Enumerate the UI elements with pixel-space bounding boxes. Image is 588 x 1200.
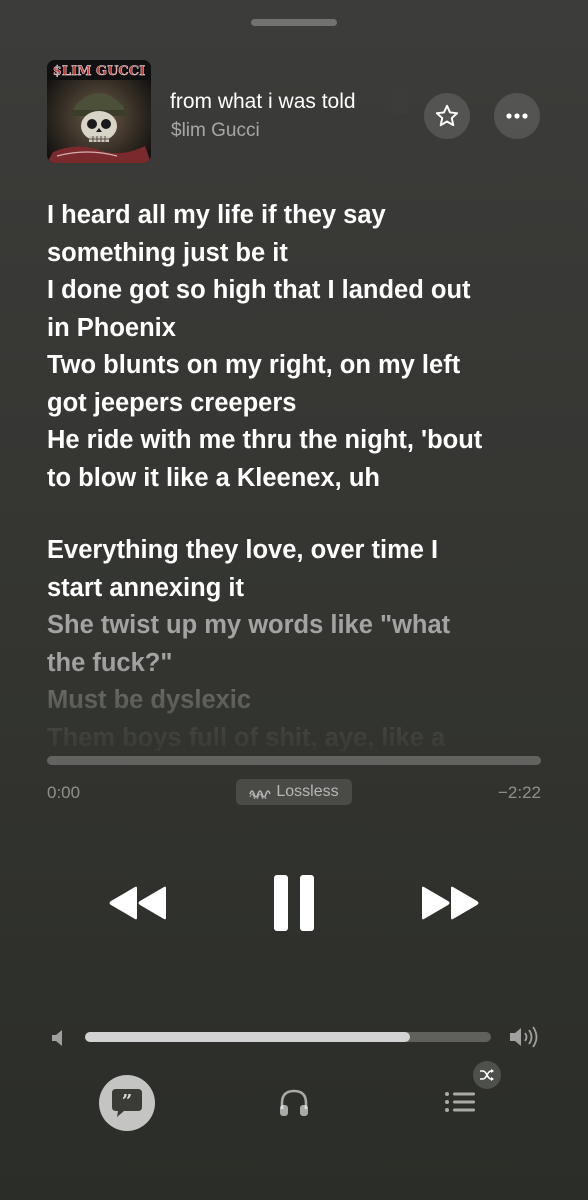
ellipsis-icon — [506, 113, 528, 119]
lyrics-panel[interactable]: I heard all my life if they say somethin… — [47, 197, 557, 751]
lyric-line[interactable]: the fuck?" — [47, 645, 557, 683]
pause-button[interactable] — [263, 870, 325, 936]
album-art[interactable]: $LIM GUCCI — [47, 60, 151, 163]
lyrics-button[interactable]: ” — [99, 1075, 155, 1131]
star-icon — [435, 104, 459, 127]
lossless-label: Lossless — [276, 783, 339, 800]
lyric-line[interactable]: to blow it like a Kleenex, uh — [47, 460, 557, 498]
lyric-line[interactable]: something just be it — [47, 235, 557, 273]
lyric-line[interactable]: Them boys full of shit, aye, like a — [47, 720, 557, 752]
remaining-time: −2:22 — [497, 783, 541, 802]
lyric-line[interactable]: in Phoenix — [47, 310, 557, 348]
album-art-image: $LIM GUCCI — [47, 60, 151, 163]
shuffle-icon — [480, 1069, 494, 1081]
sheet-grabber[interactable] — [251, 19, 337, 26]
queue-button[interactable] — [440, 1084, 480, 1120]
playback-scrubber[interactable] — [47, 756, 541, 765]
album-art-text: $LIM GUCCI — [53, 64, 145, 79]
lyric-line[interactable]: I heard all my life if they say — [47, 197, 557, 235]
airplay-headphones-icon — [280, 1089, 308, 1116]
elapsed-time: 0:00 — [47, 783, 81, 802]
artist-name[interactable]: $lim Gucci — [171, 120, 260, 142]
rewind-icon — [109, 886, 166, 920]
lyric-line[interactable]: He ride with me thru the night, 'bout — [47, 422, 557, 460]
svg-text:”: ” — [122, 1091, 132, 1112]
lossless-wave-icon — [249, 790, 272, 799]
rewind-button[interactable] — [103, 877, 173, 929]
shuffle-indicator[interactable] — [473, 1061, 501, 1089]
fast-forward-button[interactable] — [415, 877, 485, 929]
volume-slider[interactable] — [85, 1032, 491, 1042]
lyric-line[interactable]: Must be dyslexic — [47, 682, 557, 720]
lyric-line[interactable]: got jeepers creepers — [47, 385, 557, 423]
song-title: from what i was told — [170, 90, 408, 114]
fast-forward-icon — [422, 886, 479, 920]
favorite-button[interactable] — [424, 93, 470, 139]
lossless-badge[interactable]: Lossless — [236, 779, 352, 805]
more-options-button[interactable] — [494, 93, 540, 139]
queue-list-icon — [445, 1092, 475, 1112]
airplay-button[interactable] — [273, 1082, 315, 1124]
lyric-line[interactable]: I done got so high that I landed out — [47, 272, 557, 310]
volume-slider-fill — [85, 1032, 410, 1042]
lyrics-quote-icon: ” — [112, 1089, 142, 1117]
lyric-line[interactable]: Everything they love, over time I — [47, 532, 557, 570]
volume-low-icon — [52, 1030, 62, 1046]
lyric-line[interactable]: Two blunts on my right, on my left — [47, 347, 557, 385]
lyric-line[interactable]: She twist up my words like "what — [47, 607, 557, 645]
pause-icon — [274, 875, 314, 931]
volume-high-icon — [510, 1026, 538, 1048]
lyric-line[interactable]: start annexing it — [47, 570, 557, 608]
